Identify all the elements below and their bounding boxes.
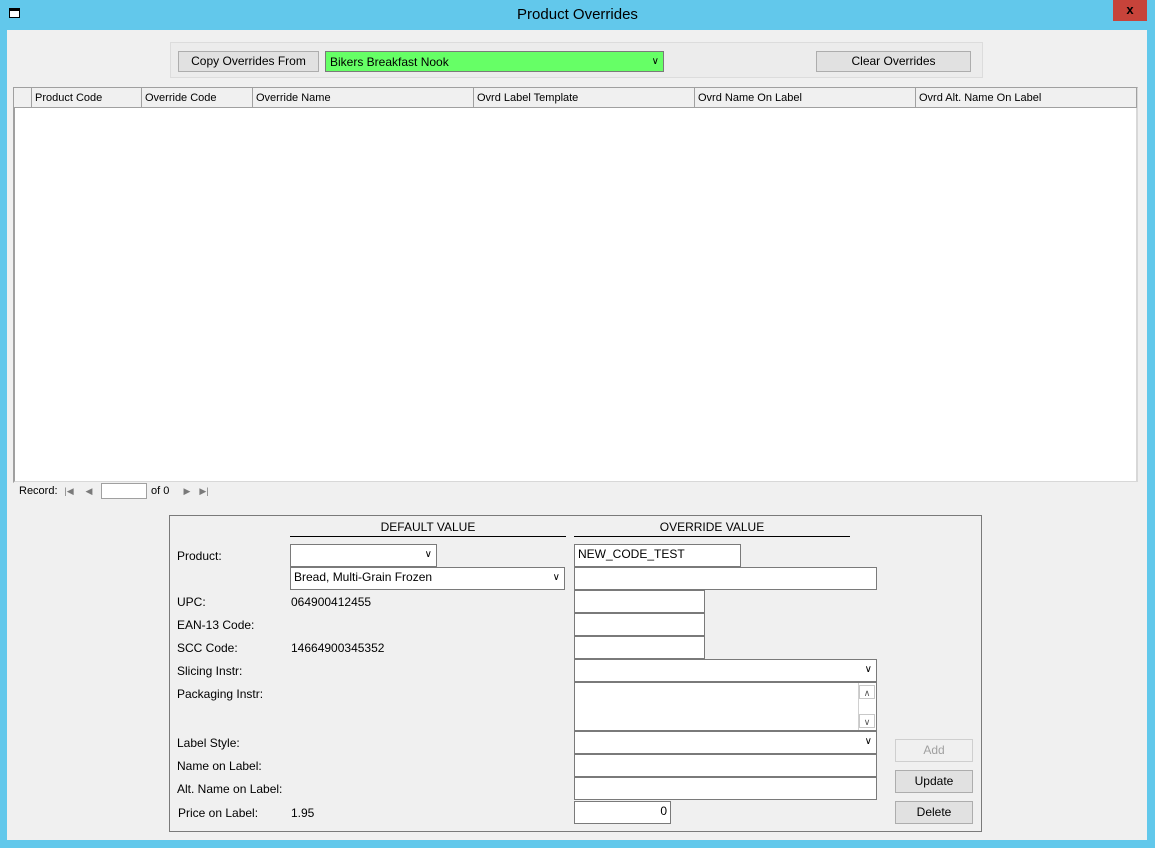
scroll-down-icon[interactable]: ∨	[859, 714, 875, 728]
chevron-down-icon[interactable]: ∨	[425, 549, 432, 560]
default-product-name-select[interactable]: Bread, Multi-Grain Frozen ∨	[290, 567, 565, 590]
packaging-label: Packaging Instr:	[177, 687, 264, 701]
update-button[interactable]: Update	[895, 770, 973, 793]
add-button[interactable]: Add	[895, 739, 973, 762]
default-price-value: 1.95	[291, 806, 315, 820]
chevron-down-icon[interactable]: ∨	[865, 736, 872, 747]
override-product-name-input[interactable]	[574, 567, 877, 590]
previous-record-icon[interactable]: ◀	[82, 484, 96, 498]
close-button[interactable]: x	[1113, 0, 1147, 21]
alt-name-label: Alt. Name on Label:	[177, 782, 283, 796]
default-upc-value: 064900412455	[291, 595, 372, 609]
record-label: Record:	[19, 485, 58, 497]
override-slicing-select[interactable]: ∨	[574, 659, 877, 682]
chevron-down-icon[interactable]: ∨	[865, 664, 872, 675]
label-style-label: Label Style:	[177, 736, 240, 750]
delete-button[interactable]: Delete	[895, 801, 973, 824]
record-count: of 0	[151, 485, 170, 497]
override-label-style-select[interactable]: ∨	[574, 731, 877, 754]
window-frame-bottom	[0, 840, 1155, 848]
grid-header: Product Code Override Code Override Name…	[14, 88, 1137, 108]
chevron-down-icon[interactable]: ∨	[553, 572, 560, 583]
slicing-label: Slicing Instr:	[177, 664, 243, 678]
override-product-code-input[interactable]: NEW_CODE_TEST	[574, 544, 741, 567]
column-header-product-code[interactable]: Product Code	[32, 88, 142, 108]
override-upc-input[interactable]	[574, 590, 705, 613]
column-header-name-on-label[interactable]: Ovrd Name On Label	[695, 88, 916, 108]
column-header-override-name[interactable]: Override Name	[253, 88, 474, 108]
column-header-override-code[interactable]: Override Code	[142, 88, 253, 108]
default-value-header: DEFAULT VALUE	[290, 520, 566, 537]
name-on-label-label: Name on Label:	[177, 759, 262, 773]
last-record-icon[interactable]: ▶|	[197, 484, 211, 498]
copy-overrides-button[interactable]: Copy Overrides From	[178, 51, 319, 72]
record-number-input[interactable]	[101, 483, 147, 499]
override-packaging-textarea[interactable]: ∧ ∨	[574, 682, 877, 731]
column-header-alt-name-on-label[interactable]: Ovrd Alt. Name On Label	[916, 88, 1137, 108]
next-record-icon[interactable]: ▶	[180, 484, 194, 498]
override-ean13-input[interactable]	[574, 613, 705, 636]
chevron-down-icon[interactable]: ∨	[652, 56, 659, 67]
default-product-name-value: Bread, Multi-Grain Frozen	[294, 570, 433, 584]
price-label: Price on Label:	[178, 806, 259, 820]
override-scc-input[interactable]	[574, 636, 705, 659]
copy-from-value: Bikers Breakfast Nook	[330, 55, 449, 69]
override-price-value: 0	[660, 804, 667, 818]
upc-label: UPC:	[177, 595, 206, 609]
override-name-on-label-input[interactable]	[574, 754, 877, 777]
overrides-grid[interactable]	[13, 87, 1138, 483]
clear-overrides-button[interactable]: Clear Overrides	[816, 51, 971, 72]
scc-label: SCC Code:	[177, 641, 238, 655]
override-alt-name-input[interactable]	[574, 777, 877, 800]
row-selector-header[interactable]	[14, 88, 32, 108]
scroll-up-icon[interactable]: ∧	[859, 685, 875, 699]
override-value-header: OVERRIDE VALUE	[574, 520, 850, 537]
override-product-code-value: NEW_CODE_TEST	[578, 547, 685, 561]
default-scc-value: 14664900345352	[291, 641, 385, 655]
first-record-icon[interactable]: |◀	[62, 484, 76, 498]
window-frame-right	[1147, 30, 1155, 848]
ean13-label: EAN-13 Code:	[177, 618, 255, 632]
default-product-code-select[interactable]: ∨	[290, 544, 437, 567]
column-header-label-template[interactable]: Ovrd Label Template	[474, 88, 695, 108]
window-title: Product Overrides	[517, 6, 638, 23]
override-price-input[interactable]: 0	[574, 801, 671, 824]
record-navigator: Record: |◀ ◀ of 0 ▶ ▶|	[14, 482, 1138, 500]
packaging-scrollbar[interactable]: ∧ ∨	[858, 683, 876, 730]
copy-from-select[interactable]: Bikers Breakfast Nook ∨	[325, 51, 664, 72]
product-label: Product:	[177, 549, 222, 563]
window-frame-left	[0, 30, 7, 848]
